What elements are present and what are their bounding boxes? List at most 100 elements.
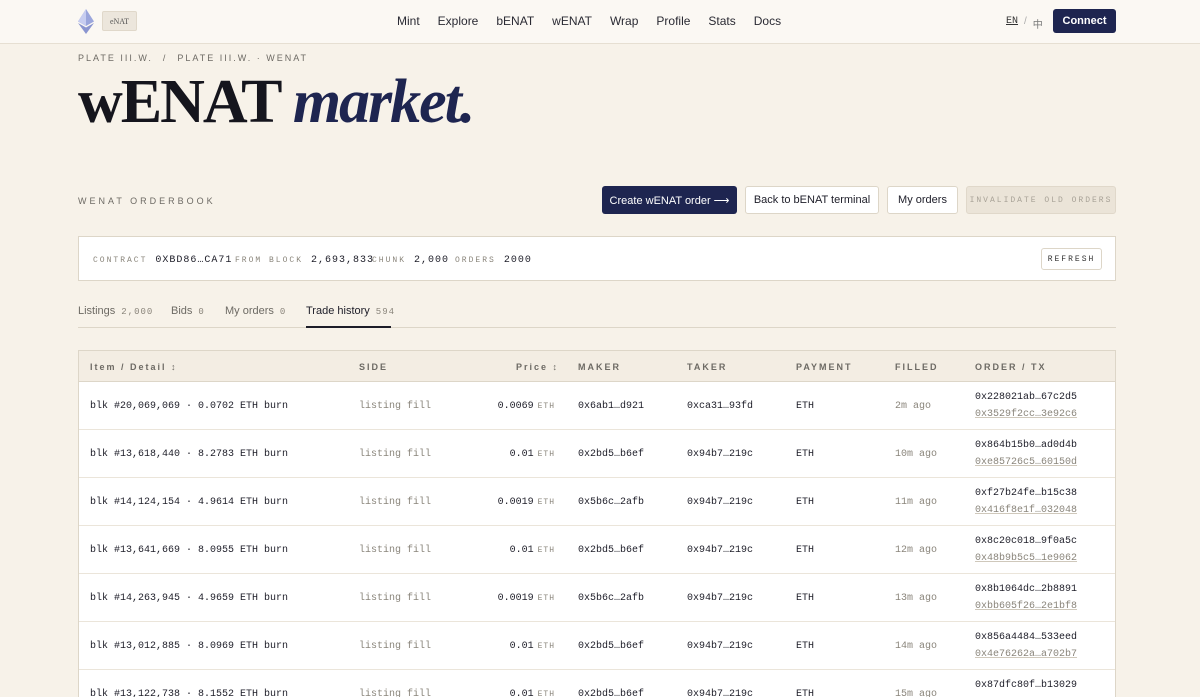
tab-my-orders-label: My orders [225,305,274,317]
row-taker[interactable]: 0x94b7…219c [687,449,753,460]
tab-my-orders[interactable]: My orders 0 [225,305,286,317]
row-maker[interactable]: 0x5b6c…2afb [578,497,644,508]
connect-button[interactable]: Connect [1053,9,1116,33]
nav-docs[interactable]: Docs [754,14,781,28]
row-item[interactable]: blk #13,618,440 · 8.2783 ETH burn [90,449,288,460]
row-tx-hash[interactable]: 0xbb605f26…2e1bf8 [975,601,1077,612]
table-row[interactable]: blk #14,263,945 · 4.9659 ETH burn listing… [79,574,1115,622]
chunk-value: 2,000 [414,255,450,266]
row-tx-hash[interactable]: 0x3529f2cc…3e92c6 [975,409,1077,420]
row-maker[interactable]: 0x2bd5…b6ef [578,641,644,652]
row-item[interactable]: blk #13,012,885 · 8.0969 ETH burn [90,641,288,652]
row-payment: ETH [796,401,815,412]
row-price: 0.01 ETH [435,545,555,556]
trade-history-table: Item / Detail ↕ SIDE Price ↕ MAKER TAKER… [78,350,1116,697]
row-item[interactable]: blk #13,641,669 · 8.0955 ETH burn [90,545,288,556]
orderbook-label: WENAT ORDERBOOK [78,196,216,206]
row-price: 0.0069 ETH [435,401,555,412]
create-order-button[interactable]: Create wENAT order ⟶ [602,186,737,214]
col-price[interactable]: Price ↕ [516,362,559,372]
back-to-terminal-button[interactable]: Back to bENAT terminal [745,186,879,214]
orders-value: 2000 [503,255,532,266]
row-item[interactable]: blk #14,124,154 · 4.9614 ETH burn [90,497,288,508]
row-filled: 10m ago [895,449,938,460]
lang-zh[interactable]: 中 [1033,16,1043,31]
row-price-value: 0.01 [509,689,534,697]
row-tx-hash[interactable]: 0x416f8e1f…032048 [975,505,1077,516]
invalidate-orders-button[interactable]: INVALIDATE OLD ORDERS [966,186,1116,214]
tab-listings[interactable]: Listings 2,000 [78,305,153,317]
row-item[interactable]: blk #20,069,069 · 0.0702 ETH burn [90,401,288,412]
table-row[interactable]: blk #13,122,738 · 8.1552 ETH burn listing… [79,670,1115,697]
nav-wrap[interactable]: Wrap [610,14,638,28]
row-taker[interactable]: 0x94b7…219c [687,689,753,697]
nav-profile[interactable]: Profile [656,14,690,28]
row-tx-hash[interactable]: 0x4e76262a…a702b7 [975,649,1077,660]
my-orders-button[interactable]: My orders [887,186,958,214]
row-item[interactable]: blk #13,122,738 · 8.1552 ETH burn [90,689,288,697]
row-filled: 14m ago [895,641,938,652]
row-price-value: 0.01 [509,641,534,652]
tab-trade-history[interactable]: Trade history 594 [306,305,395,317]
active-tab-indicator [306,326,391,328]
row-order-hash[interactable]: 0xf27b24fe…b15c38 [975,488,1077,499]
row-payment: ETH [796,497,815,508]
language-switch: EN / 中 [1006,16,1043,31]
lang-en[interactable]: EN [1006,16,1018,31]
breadcrumb: PLATE III.W. / PLATE III.W. · WENAT [78,53,308,63]
row-order-hash[interactable]: 0x864b15b0…ad0d4b [975,440,1077,451]
row-price-unit: ETH [537,546,555,555]
row-payment: ETH [796,593,815,604]
ethereum-logo-icon[interactable] [78,9,94,34]
row-maker[interactable]: 0x2bd5…b6ef [578,449,644,460]
brand-tag[interactable]: eNAT [102,11,137,31]
table-row[interactable]: blk #14,124,154 · 4.9614 ETH burn listing… [79,478,1115,526]
col-payment: PAYMENT [796,362,853,372]
main-nav: Mint Explore bENAT wENAT Wrap Profile St… [397,14,799,28]
row-price: 0.01 ETH [435,641,555,652]
row-taker[interactable]: 0x94b7…219c [687,545,753,556]
row-tx-hash[interactable]: 0xe85726c5…60150d [975,457,1077,468]
row-maker[interactable]: 0x2bd5…b6ef [578,545,644,556]
table-row[interactable]: blk #13,012,885 · 8.0969 ETH burn listing… [79,622,1115,670]
tab-listings-label: Listings [78,305,116,317]
nav-stats[interactable]: Stats [708,14,735,28]
tab-bids[interactable]: Bids 0 [171,305,205,317]
row-price-value: 0.01 [509,449,534,460]
row-order-hash[interactable]: 0x87dfc80f…b13029 [975,680,1077,691]
nav-mint[interactable]: Mint [397,14,420,28]
tab-my-orders-count: 0 [279,307,287,317]
col-maker: MAKER [578,362,621,372]
row-payment: ETH [796,641,815,652]
row-maker[interactable]: 0x5b6c…2afb [578,593,644,604]
col-side: SIDE [359,362,389,372]
row-taker[interactable]: 0x94b7…219c [687,593,753,604]
from-block-key: FROM BLOCK [235,256,304,265]
row-taker[interactable]: 0x94b7…219c [687,641,753,652]
row-price-unit: ETH [537,498,555,507]
row-order-hash[interactable]: 0x8c20c018…9f0a5c [975,536,1077,547]
row-tx-hash[interactable]: 0x48b9b5c5…1e9062 [975,553,1077,564]
col-item[interactable]: Item / Detail ↕ [90,362,178,372]
row-order-hash[interactable]: 0x228021ab…67c2d5 [975,392,1077,403]
row-maker[interactable]: 0x2bd5…b6ef [578,689,644,697]
row-taker[interactable]: 0xca31…93fd [687,401,753,412]
refresh-button[interactable]: REFRESH [1041,248,1102,270]
row-order-hash[interactable]: 0x8b1064dc…2b8891 [975,584,1077,595]
row-taker[interactable]: 0x94b7…219c [687,497,753,508]
nav-benat[interactable]: bENAT [496,14,534,28]
table-row[interactable]: blk #13,641,669 · 8.0955 ETH burn listing… [79,526,1115,574]
nav-wenat[interactable]: wENAT [552,14,592,28]
row-order-hash[interactable]: 0x856a4484…533eed [975,632,1077,643]
row-price-value: 0.01 [509,545,534,556]
chunk-key: CHUNK [372,256,407,265]
tab-trade-history-label: Trade history [306,305,370,317]
nav-explore[interactable]: Explore [438,14,479,28]
row-payment: ETH [796,449,815,460]
table-header: Item / Detail ↕ SIDE Price ↕ MAKER TAKER… [79,351,1115,382]
row-item[interactable]: blk #14,263,945 · 4.9659 ETH burn [90,593,288,604]
row-maker[interactable]: 0x6ab1…d921 [578,401,644,412]
table-row[interactable]: blk #20,069,069 · 0.0702 ETH burn listing… [79,382,1115,430]
table-row[interactable]: blk #13,618,440 · 8.2783 ETH burn listing… [79,430,1115,478]
breadcrumb-plate[interactable]: PLATE III.W. [78,53,153,63]
